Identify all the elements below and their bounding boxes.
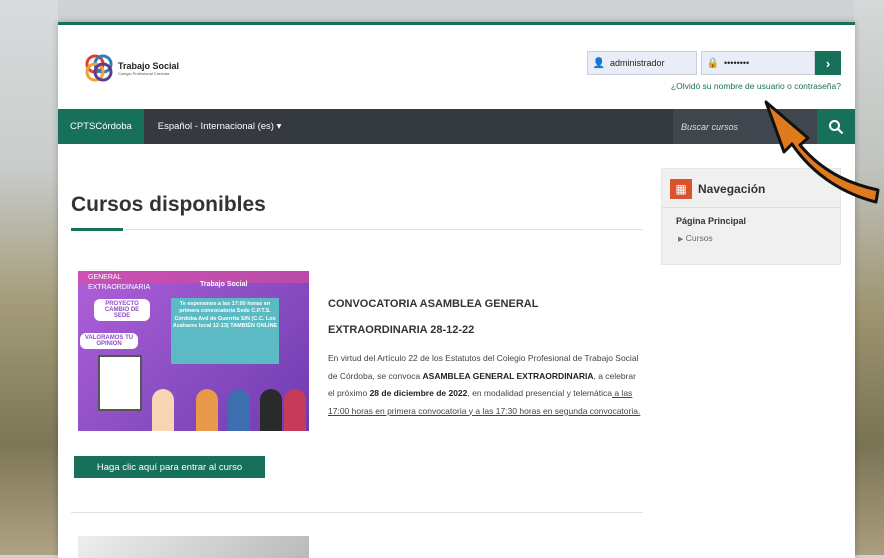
- image-text-general: GENERAL EXTRAORDINARIA: [88, 274, 151, 291]
- course-title-line2: EXTRAORDINARIA 28-12-22: [328, 324, 475, 336]
- moodle-page: Trabajo Social Colegio Profesional Córdo…: [58, 22, 855, 558]
- nav-courses-item[interactable]: ▶ Cursos: [678, 233, 713, 243]
- heading-divider: [71, 229, 643, 230]
- logo-subtitle: Colegio Profesional Córdoba: [118, 70, 170, 76]
- caret-right-icon: ▶: [678, 236, 684, 243]
- logo-icon: [84, 53, 114, 83]
- nav-courses-label: Cursos: [685, 233, 713, 243]
- navbar: CPTSCórdoba Español - Internacional (es)…: [58, 109, 855, 144]
- background-left: [0, 0, 58, 555]
- course-title-line1: CONVOCATORIA ASAMBLEA GENERAL: [328, 298, 539, 310]
- enter-course-button[interactable]: Haga clic aquí para entrar al curso: [74, 456, 265, 478]
- nav-home-link[interactable]: Página Principal: [676, 216, 746, 226]
- image-person: [152, 389, 174, 431]
- course-image[interactable]: GENERAL EXTRAORDINARIA Trabajo Social PR…: [78, 271, 309, 431]
- password-value: ••••••••: [724, 58, 750, 68]
- heading-accent-bar: [71, 228, 123, 231]
- chevron-right-icon: ›: [825, 55, 831, 71]
- background-right: [854, 0, 884, 555]
- image-person: [196, 389, 218, 431]
- course-title-link[interactable]: CONVOCATORIA ASAMBLEA GENERAL EXTRAORDIN…: [328, 291, 628, 343]
- course-divider: [71, 512, 643, 513]
- search-placeholder: Buscar cursos: [681, 121, 739, 132]
- summary-text: , en modalidad presencial y telemática: [467, 388, 612, 398]
- login-form: 👤 administrador 🔒 •••••••• ›: [587, 51, 841, 75]
- image-person: [284, 389, 306, 431]
- site-logo[interactable]: Trabajo Social Colegio Profesional Córdo…: [84, 53, 179, 83]
- sitemap-icon: ▦: [670, 179, 692, 199]
- username-value: administrador: [610, 58, 665, 68]
- logo-title: Trabajo Social: [118, 60, 180, 71]
- user-icon: 👤: [592, 57, 606, 69]
- pointer-arrow-annotation: [764, 100, 880, 204]
- language-menu[interactable]: Español - Internacional (es) ▾: [158, 121, 282, 132]
- summary-bold-date: 28 de diciembre de 2022: [369, 388, 468, 398]
- image-whiteboard: [98, 355, 142, 411]
- image-info-box: Te esperamos a las 17:00 horas en primer…: [171, 298, 279, 364]
- password-field[interactable]: 🔒 ••••••••: [701, 51, 815, 75]
- page-title: Cursos disponibles: [71, 193, 266, 216]
- username-field[interactable]: 👤 administrador: [587, 51, 697, 75]
- summary-bold-assembly: ASAMBLEA GENERAL EXTRAORDINARIA: [422, 370, 594, 381]
- image-person: [260, 389, 282, 431]
- login-submit-button[interactable]: ›: [815, 51, 841, 75]
- image-tag-proyecto: PROYECTO CAMBIO DE SEDE: [94, 299, 150, 321]
- image-text-brand: Trabajo Social: [200, 281, 248, 288]
- navigation-title: Navegación: [698, 182, 766, 196]
- image-tag-opinion: VALORAMOS TU OPINION: [80, 333, 138, 349]
- image-person: [228, 389, 250, 431]
- course-summary: En virtud del Artículo 22 de los Estatut…: [328, 350, 643, 420]
- lock-icon: 🔒: [706, 57, 720, 69]
- brand-link[interactable]: CPTSCórdoba: [58, 109, 144, 144]
